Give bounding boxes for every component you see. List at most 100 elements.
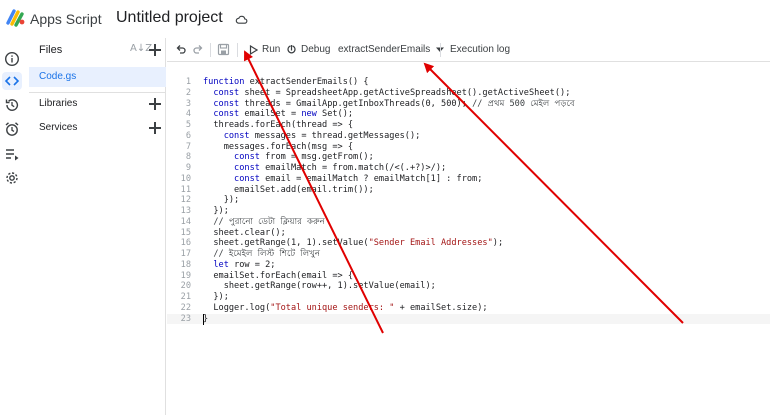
add-library-icon[interactable] [148, 97, 162, 111]
debug-icon [287, 45, 296, 54]
code-text[interactable]: sheet.clear(); [203, 228, 285, 239]
code-line[interactable]: 21 }); [167, 292, 770, 303]
code-editor[interactable]: 1 function extractSenderEmails() {2 const… [167, 63, 770, 415]
code-line[interactable]: 12 }); [167, 195, 770, 206]
code-text[interactable]: }); [203, 292, 229, 303]
toolbar-separator [210, 43, 211, 57]
line-number: 4 [185, 109, 191, 120]
run-label: Run [262, 44, 281, 55]
play-icon [249, 44, 258, 55]
code-line[interactable]: 15 sheet.clear(); [167, 228, 770, 239]
code-text[interactable]: }); [203, 195, 240, 206]
code-line[interactable]: 9 const emailMatch = from.match(/<(.+?)>… [167, 163, 770, 174]
code-line[interactable]: 20 sheet.getRange(row++, 1).setValue(ema… [167, 281, 770, 292]
toolbar-separator [237, 43, 238, 57]
code-line[interactable]: 16 sheet.getRange(1, 1).setValue("Sender… [167, 238, 770, 249]
files-panel: Files A↓Z Code.gs Libraries Services [29, 38, 166, 415]
line-number: 15 [180, 227, 191, 238]
code-line[interactable]: 7 messages.forEach(msg => { [167, 142, 770, 153]
code-lines[interactable]: 1 function extractSenderEmails() {2 const… [167, 77, 770, 325]
line-number: 22 [180, 302, 191, 313]
code-text[interactable]: const messages = thread.getMessages(); [203, 131, 421, 142]
debug-label: Debug [301, 44, 331, 55]
code-line[interactable]: 14 // পুরানো ডেটা ক্লিয়ার করুন [167, 217, 770, 228]
line-number: 6 [185, 130, 191, 141]
cloud-saved-icon [235, 15, 248, 24]
code-text[interactable]: emailSet.forEach(email => { [203, 271, 353, 282]
execution-log-label: Execution log [450, 44, 511, 55]
run-button[interactable]: Run [249, 44, 280, 55]
function-name: extractSenderEmails [338, 44, 431, 55]
line-number: 18 [180, 259, 191, 270]
line-number: 13 [180, 206, 191, 216]
add-service-icon[interactable] [148, 121, 162, 135]
line-number: 9 [185, 163, 191, 173]
code-line[interactable]: 1 function extractSenderEmails() { [167, 77, 770, 88]
code-line[interactable]: 4 const emailSet = new Set(); [167, 109, 770, 120]
function-selector-dropdown[interactable]: extractSenderEmails [338, 44, 445, 55]
line-number: 21 [180, 292, 191, 302]
line-number: 23 [180, 313, 191, 324]
code-line[interactable]: 3 const threads = GmailApp.getInboxThrea… [167, 99, 770, 110]
line-number: 10 [180, 173, 191, 184]
execution-log-button[interactable]: Execution log [450, 44, 510, 55]
code-text[interactable]: emailSet.add(email.trim()); [203, 185, 374, 196]
code-line[interactable]: 23} [167, 313, 770, 325]
top-bar: Apps Script Untitled project [0, 0, 770, 38]
files-header: Files A↓Z [29, 38, 166, 62]
code-text[interactable]: const threads = GmailApp.getInboxThreads… [203, 99, 574, 110]
project-title[interactable]: Untitled project [116, 9, 223, 27]
code-text[interactable]: sheet.getRange(row++, 1).setValue(email)… [203, 281, 436, 292]
code-text[interactable]: const email = emailMatch ? emailMatch[1]… [203, 174, 482, 185]
file-name: Code.gs [39, 71, 77, 82]
code-line[interactable]: 6 const messages = thread.getMessages(); [167, 131, 770, 142]
line-number: 19 [180, 270, 191, 281]
code-text[interactable]: const emailSet = new Set(); [203, 109, 353, 120]
code-text[interactable]: }); [203, 206, 229, 217]
code-text[interactable]: let row = 2; [203, 260, 275, 271]
services-section[interactable]: Services [29, 119, 166, 137]
code-text[interactable]: const from = msg.getFrom(); [203, 152, 374, 163]
save-icon[interactable] [217, 43, 230, 56]
code-line[interactable]: 19 emailSet.forEach(email => { [167, 271, 770, 282]
file-item-code-gs[interactable]: Code.gs [29, 67, 166, 87]
undo-icon[interactable] [175, 43, 187, 55]
code-text[interactable]: const emailMatch = from.match(/<(.+?)>/)… [203, 163, 446, 174]
code-text[interactable]: function extractSenderEmails() { [203, 77, 369, 88]
app-name: Apps Script [30, 11, 102, 27]
overview-info-icon[interactable] [3, 50, 21, 68]
code-text[interactable]: const sheet = SpreadsheetApp.getActiveSp… [203, 88, 570, 99]
code-line[interactable]: 2 const sheet = SpreadsheetApp.getActive… [167, 88, 770, 99]
history-icon[interactable] [3, 96, 21, 114]
line-number: 16 [180, 238, 191, 249]
code-text[interactable]: sheet.getRange(1, 1).setValue("Sender Em… [203, 238, 503, 249]
code-text[interactable]: Logger.log("Total unique senders: " + em… [203, 303, 487, 314]
settings-gear-icon[interactable] [3, 169, 21, 187]
code-text[interactable]: // ইমেইল লিস্ট শিটে লিখুন [203, 249, 320, 260]
triggers-alarm-icon[interactable] [3, 120, 21, 138]
line-number: 2 [185, 87, 191, 98]
libraries-section[interactable]: Libraries [29, 95, 166, 113]
editor-toolbar: Run Debug extractSenderEmails Execution … [167, 40, 770, 62]
executions-list-icon[interactable] [3, 145, 21, 163]
redo-icon[interactable] [192, 43, 204, 55]
divider [29, 92, 166, 93]
code-line[interactable]: 18 let row = 2; [167, 260, 770, 271]
editor-code-icon[interactable] [2, 72, 22, 90]
code-line[interactable]: 11 emailSet.add(email.trim()); [167, 185, 770, 196]
code-line[interactable]: 17 // ইমেইল লিস্ট শিটে লিখুন [167, 249, 770, 260]
text-cursor [203, 313, 204, 325]
code-line[interactable]: 8 const from = msg.getFrom(); [167, 152, 770, 163]
code-text[interactable]: // পুরানো ডেটা ক্লিয়ার করুন [203, 217, 324, 228]
code-text[interactable]: messages.forEach(msg => { [203, 142, 353, 153]
debug-button[interactable]: Debug [286, 44, 330, 55]
code-line[interactable]: 22 Logger.log("Total unique senders: " +… [167, 303, 770, 314]
code-text[interactable]: threads.forEach(thread => { [203, 120, 353, 131]
code-line[interactable]: 5 threads.forEach(thread => { [167, 120, 770, 131]
add-file-icon[interactable] [148, 43, 162, 57]
code-line[interactable]: 13 }); [167, 206, 770, 217]
code-line[interactable]: 10 const email = emailMatch ? emailMatch… [167, 174, 770, 185]
toolbar-separator [440, 43, 441, 57]
line-number: 12 [180, 195, 191, 206]
apps-script-logo[interactable] [6, 8, 26, 28]
